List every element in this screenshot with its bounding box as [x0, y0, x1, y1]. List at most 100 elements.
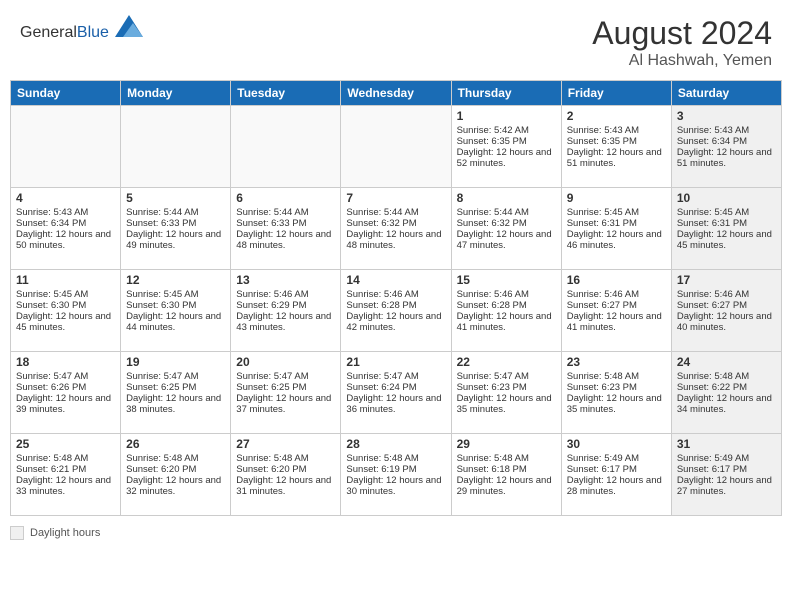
calendar: SundayMondayTuesdayWednesdayThursdayFrid…	[10, 80, 782, 516]
day-number: 4	[16, 191, 115, 205]
sunset-text: Sunset: 6:27 PM	[677, 300, 776, 311]
weekday-saturday: Saturday	[671, 81, 781, 106]
calendar-cell: 25Sunrise: 5:48 AMSunset: 6:21 PMDayligh…	[11, 434, 121, 516]
calendar-cell: 6Sunrise: 5:44 AMSunset: 6:33 PMDaylight…	[231, 188, 341, 270]
daylight-text: Daylight: 12 hours and 33 minutes.	[16, 475, 115, 497]
daylight-text: Daylight: 12 hours and 35 minutes.	[457, 393, 556, 415]
day-number: 23	[567, 355, 666, 369]
header: GeneralBlue August 2024 Al Hashwah, Yeme…	[0, 0, 792, 80]
calendar-cell: 29Sunrise: 5:48 AMSunset: 6:18 PMDayligh…	[451, 434, 561, 516]
calendar-cell: 20Sunrise: 5:47 AMSunset: 6:25 PMDayligh…	[231, 352, 341, 434]
sunrise-text: Sunrise: 5:43 AM	[567, 125, 666, 136]
sunset-text: Sunset: 6:17 PM	[677, 464, 776, 475]
sunset-text: Sunset: 6:33 PM	[236, 218, 335, 229]
calendar-cell: 22Sunrise: 5:47 AMSunset: 6:23 PMDayligh…	[451, 352, 561, 434]
sunrise-text: Sunrise: 5:43 AM	[16, 207, 115, 218]
calendar-cell: 23 Sunrise: 5:48 AMSunset: 6:23 PMDayligh…	[561, 352, 671, 434]
day-number: 21	[346, 355, 445, 369]
calendar-cell: 17Sunrise: 5:46 AMSunset: 6:27 PMDayligh…	[671, 270, 781, 352]
sunrise-text: Sunrise: 5:44 AM	[346, 207, 445, 218]
daylight-text: Daylight: 12 hours and 37 minutes.	[236, 393, 335, 415]
calendar-cell: 28Sunrise: 5:48 AMSunset: 6:19 PMDayligh…	[341, 434, 451, 516]
sunrise-text: Sunrise: 5:48 AM	[16, 453, 115, 464]
logo-blue: Blue	[77, 24, 109, 41]
sunset-text: Sunset: 6:26 PM	[16, 382, 115, 393]
daylight-text: Daylight: 12 hours and 45 minutes.	[16, 311, 115, 333]
calendar-cell: 27Sunrise: 5:48 AMSunset: 6:20 PMDayligh…	[231, 434, 341, 516]
calendar-cell: 18Sunrise: 5:47 AMSunset: 6:26 PMDayligh…	[11, 352, 121, 434]
calendar-cell: 19Sunrise: 5:47 AMSunset: 6:25 PMDayligh…	[121, 352, 231, 434]
week-row-1: 1Sunrise: 5:42 AMSunset: 6:35 PMDaylight…	[11, 106, 782, 188]
sunrise-text: Sunrise: 5:45 AM	[16, 289, 115, 300]
sunset-text: Sunset: 6:21 PM	[16, 464, 115, 475]
calendar-cell: 5Sunrise: 5:44 AMSunset: 6:33 PMDaylight…	[121, 188, 231, 270]
sunset-text: Sunset: 6:22 PM	[677, 382, 776, 393]
sunrise-text: Sunrise: 5:47 AM	[16, 371, 115, 382]
day-number: 8	[457, 191, 556, 205]
sunset-text: Sunset: 6:23 PM	[567, 382, 666, 393]
daylight-text: Daylight: 12 hours and 50 minutes.	[16, 229, 115, 251]
calendar-cell: 21Sunrise: 5:47 AMSunset: 6:24 PMDayligh…	[341, 352, 451, 434]
day-number: 2	[567, 109, 666, 123]
daylight-text: Daylight: 12 hours and 42 minutes.	[346, 311, 445, 333]
calendar-cell: 31Sunrise: 5:49 AMSunset: 6:17 PMDayligh…	[671, 434, 781, 516]
legend-box	[10, 526, 24, 540]
sunset-text: Sunset: 6:32 PM	[346, 218, 445, 229]
weekday-header-row: SundayMondayTuesdayWednesdayThursdayFrid…	[11, 81, 782, 106]
day-number: 12	[126, 273, 225, 287]
weekday-wednesday: Wednesday	[341, 81, 451, 106]
daylight-text: Daylight: 12 hours and 40 minutes.	[677, 311, 776, 333]
day-number: 10	[677, 191, 776, 205]
day-number: 11	[16, 273, 115, 287]
sunrise-text: Sunrise: 5:48 AM	[677, 371, 776, 382]
calendar-cell: 12 Sunrise: 5:45 AMSunset: 6:30 PMDayligh…	[121, 270, 231, 352]
daylight-text: Daylight: 12 hours and 30 minutes.	[346, 475, 445, 497]
daylight-text: Daylight: 12 hours and 49 minutes.	[126, 229, 225, 251]
sunrise-text: Sunrise: 5:46 AM	[236, 289, 335, 300]
sunrise-text: Sunrise: 5:47 AM	[346, 371, 445, 382]
sunset-text: Sunset: 6:30 PM	[16, 300, 115, 311]
sunset-text: Sunset: 6:29 PM	[236, 300, 335, 311]
sunset-text: Sunset: 6:20 PM	[236, 464, 335, 475]
sunset-text: Sunset: 6:25 PM	[236, 382, 335, 393]
daylight-text: Daylight: 12 hours and 35 minutes.	[567, 393, 666, 415]
sunrise-text: Sunrise: 5:45 AM	[126, 289, 225, 300]
day-number: 13	[236, 273, 335, 287]
sunrise-text: Sunrise: 5:46 AM	[567, 289, 666, 300]
sunrise-text: Sunrise: 5:46 AM	[677, 289, 776, 300]
sunrise-text: Sunrise: 5:48 AM	[346, 453, 445, 464]
logo-text: GeneralBlue	[20, 15, 143, 42]
day-number: 24	[677, 355, 776, 369]
sunset-text: Sunset: 6:19 PM	[346, 464, 445, 475]
sunrise-text: Sunrise: 5:45 AM	[567, 207, 666, 218]
daylight-text: Daylight: 12 hours and 34 minutes.	[677, 393, 776, 415]
logo-icon	[115, 15, 143, 37]
week-row-3: 11Sunrise: 5:45 AMSunset: 6:30 PMDayligh…	[11, 270, 782, 352]
sunrise-text: Sunrise: 5:48 AM	[236, 453, 335, 464]
day-number: 20	[236, 355, 335, 369]
day-number: 15	[457, 273, 556, 287]
calendar-cell: 13 Sunrise: 5:46 AMSunset: 6:29 PMDayligh…	[231, 270, 341, 352]
weekday-friday: Friday	[561, 81, 671, 106]
sunset-text: Sunset: 6:33 PM	[126, 218, 225, 229]
sunset-text: Sunset: 6:34 PM	[677, 136, 776, 147]
sunrise-text: Sunrise: 5:48 AM	[567, 371, 666, 382]
daylight-text: Daylight: 12 hours and 44 minutes.	[126, 311, 225, 333]
week-row-4: 18Sunrise: 5:47 AMSunset: 6:26 PMDayligh…	[11, 352, 782, 434]
logo: GeneralBlue	[20, 15, 143, 42]
daylight-text: Daylight: 12 hours and 32 minutes.	[126, 475, 225, 497]
daylight-text: Daylight: 12 hours and 39 minutes.	[16, 393, 115, 415]
weekday-monday: Monday	[121, 81, 231, 106]
sunset-text: Sunset: 6:30 PM	[126, 300, 225, 311]
sunrise-text: Sunrise: 5:47 AM	[457, 371, 556, 382]
sunrise-text: Sunrise: 5:44 AM	[236, 207, 335, 218]
sunrise-text: Sunrise: 5:47 AM	[126, 371, 225, 382]
month-year: August 2024	[592, 15, 772, 52]
sunset-text: Sunset: 6:23 PM	[457, 382, 556, 393]
daylight-text: Daylight: 12 hours and 52 minutes.	[457, 147, 556, 169]
daylight-text: Daylight: 12 hours and 43 minutes.	[236, 311, 335, 333]
calendar-cell	[11, 106, 121, 188]
daylight-text: Daylight: 12 hours and 27 minutes.	[677, 475, 776, 497]
sunrise-text: Sunrise: 5:46 AM	[457, 289, 556, 300]
day-number: 7	[346, 191, 445, 205]
